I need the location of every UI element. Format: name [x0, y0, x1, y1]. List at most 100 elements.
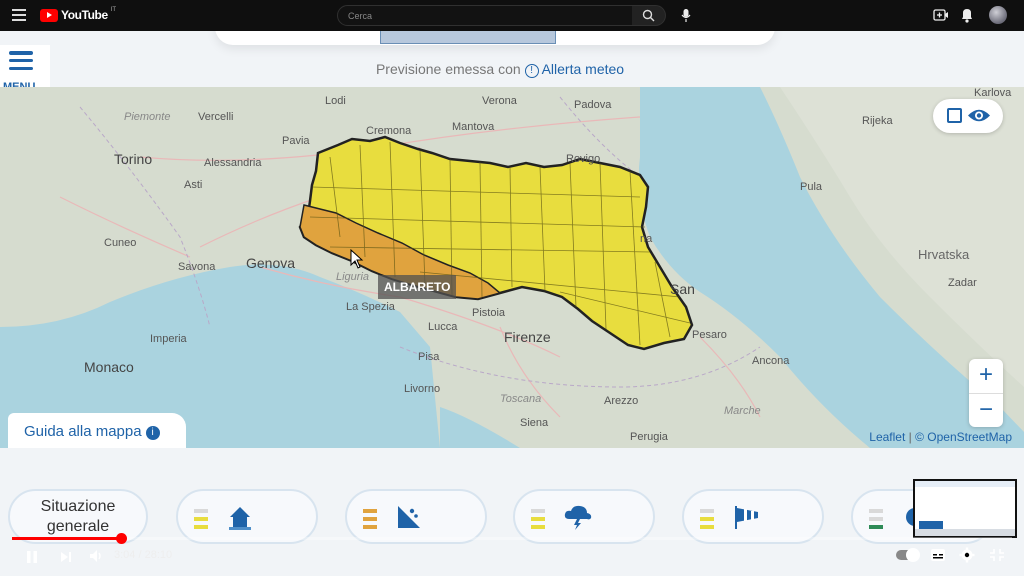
osm-link[interactable]: © OpenStreetMap	[915, 430, 1012, 444]
city-label: Padova	[574, 99, 612, 111]
info-icon: !	[524, 64, 539, 78]
next-icon[interactable]	[59, 549, 73, 565]
tile-thunderstorms[interactable]	[513, 489, 655, 544]
youtube-header: YouTube IT	[0, 0, 1024, 31]
zoom-out-button[interactable]: −	[969, 393, 1003, 427]
allerta-meteo-link[interactable]: Allerta meteo	[542, 61, 624, 77]
region-label: Toscana	[500, 393, 542, 405]
menu-icon[interactable]	[12, 9, 26, 21]
progress-fill	[12, 537, 121, 540]
city-label: Lucca	[428, 321, 458, 333]
autoplay-toggle[interactable]	[896, 548, 920, 562]
windsock-icon	[735, 506, 758, 529]
city-label: Cremona	[366, 125, 412, 137]
layer-checkbox[interactable]	[947, 108, 962, 123]
search-icon	[642, 9, 655, 22]
preview-content	[919, 521, 943, 529]
search-input[interactable]	[338, 6, 632, 26]
region-label: Marche	[724, 405, 761, 417]
progress-bar[interactable]	[12, 533, 1012, 544]
tile-wind[interactable]	[682, 489, 824, 544]
city-label: Rovigo	[566, 153, 601, 165]
captions-icon[interactable]	[930, 548, 946, 562]
city-label: Firenze	[504, 329, 551, 345]
level-indicator	[194, 509, 208, 529]
city-label: Pula	[800, 181, 823, 193]
avatar[interactable]	[989, 6, 1007, 24]
city-label: Zadar	[948, 277, 977, 289]
leaflet-link[interactable]: Leaflet	[869, 430, 905, 444]
city-label: Ancona	[752, 355, 790, 367]
map-attribution: Leaflet | © OpenStreetMap	[869, 430, 1012, 444]
tyrrhenian-sea	[440, 407, 520, 448]
city-label: Verona	[482, 95, 517, 107]
map-guide-button[interactable]: Guida alla mappa i	[8, 413, 186, 448]
video-frame[interactable]: MENU Previsione emessa con !Allerta mete…	[0, 31, 1024, 576]
city-label: La Spezia	[346, 301, 395, 313]
storm-cloud-icon	[564, 505, 592, 530]
miniplayer-preview[interactable]	[913, 479, 1017, 538]
city-label: Karlova	[974, 87, 1012, 99]
house-icon	[229, 507, 251, 530]
player-controls: 3:04 / 28:10	[0, 543, 1024, 576]
city-label: Mantova	[452, 121, 495, 133]
bell-icon[interactable]	[960, 7, 974, 23]
youtube-wordmark: YouTube	[61, 8, 108, 22]
eye-icon	[968, 109, 990, 122]
region-label: Liguria	[336, 271, 370, 283]
city-label: Savona	[178, 261, 216, 273]
city-label: Pistoia	[472, 307, 506, 319]
city-label: Asti	[184, 179, 203, 191]
tile-hydrogeological[interactable]	[345, 489, 487, 544]
miniplayer-icon[interactable]	[989, 548, 1005, 562]
preview-bar	[915, 529, 1015, 536]
municipality-tooltip: ALBARETO	[378, 275, 457, 299]
city-label: Pisa	[418, 351, 440, 363]
tile-hydraulic[interactable]	[176, 489, 318, 544]
country-label: Hrvatska	[918, 247, 970, 262]
layer-visibility-toggle[interactable]	[933, 99, 1003, 133]
city-label: na	[640, 233, 653, 245]
city-label: San	[670, 281, 695, 297]
region-code: IT	[110, 7, 117, 13]
preview-toolbar	[915, 481, 1015, 487]
search-button[interactable]	[632, 5, 666, 26]
play-pause-icon[interactable]	[25, 549, 39, 565]
level-indicator	[700, 509, 714, 529]
volume-icon[interactable]	[88, 548, 104, 564]
level-indicator	[869, 509, 883, 529]
create-icon[interactable]	[933, 7, 949, 23]
city-label: Genova	[246, 255, 296, 271]
city-label: Pavia	[282, 135, 310, 147]
forecast-notice: Previsione emessa con ! Allerta meteo	[0, 61, 1000, 78]
youtube-play-logo-icon	[40, 8, 58, 22]
forecast-prefix: Previsione emessa con	[375, 61, 521, 77]
youtube-player-page: YouTube IT MENU Previsione emessa con !A…	[0, 0, 1024, 576]
city-label: Pesaro	[692, 329, 727, 341]
city-label: Siena	[520, 417, 549, 429]
leaflet-map[interactable]: Lodi Verona Padova Vercelli Piemonte Man…	[0, 87, 1024, 448]
zoom-control: + −	[969, 359, 1003, 427]
time-display: 3:04 / 28:10	[114, 549, 173, 561]
map-guide-label: Guida alla mappa	[24, 423, 142, 440]
youtube-logo[interactable]: YouTube IT	[40, 7, 117, 22]
city-label: Cuneo	[104, 237, 137, 249]
city-label: Perugia	[630, 431, 668, 443]
city-label: Monaco	[84, 359, 134, 375]
situation-tile[interactable]: Situazione generale	[8, 489, 148, 544]
info-icon: i	[145, 426, 160, 440]
city-label: Alessandria	[204, 157, 262, 169]
settings-icon[interactable]	[959, 547, 975, 563]
zoom-in-button[interactable]: +	[969, 359, 1003, 393]
city-label: Vercelli	[198, 111, 234, 123]
landslide-icon	[398, 506, 420, 528]
city-label: Livorno	[404, 383, 441, 395]
level-indicator	[531, 509, 545, 529]
city-label: Imperia	[150, 333, 187, 345]
city-label: Lodi	[325, 95, 346, 107]
situation-label: Situazione generale	[40, 498, 116, 535]
city-label: Rijeka	[862, 115, 893, 127]
region-label: Piemonte	[124, 111, 171, 123]
mic-icon[interactable]	[680, 8, 692, 23]
top-strip	[380, 31, 556, 44]
